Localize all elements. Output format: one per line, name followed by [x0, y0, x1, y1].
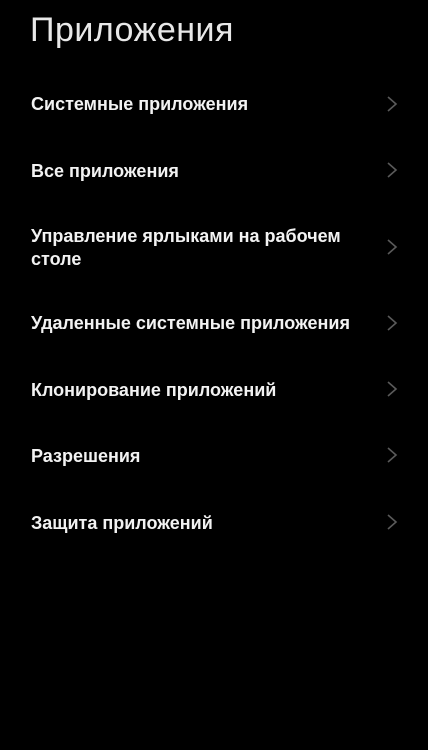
menu-item-app-lock[interactable]: Защита приложений	[0, 507, 428, 541]
menu-item-label: Защита приложений	[31, 513, 213, 533]
menu-item-label: Разрешения	[31, 446, 141, 466]
chevron-right-icon	[386, 162, 398, 178]
menu-item-label: Системные приложения	[31, 94, 249, 114]
menu-item-label: Все приложения	[31, 161, 179, 181]
chevron-right-icon	[386, 315, 398, 331]
chevron-right-icon	[386, 381, 398, 397]
chevron-right-icon	[386, 447, 398, 463]
menu-item-all-apps[interactable]: Все приложения	[0, 155, 428, 189]
applications-screen: Приложения Системные приложения Все прил…	[0, 0, 428, 750]
menu-item-label: Удаленные системные приложения	[31, 313, 350, 333]
applications-menu: Системные приложения Все приложения Упра…	[0, 0, 428, 750]
menu-item-desktop-shortcuts[interactable]: Управление ярлыками на рабочем столе	[0, 220, 428, 274]
menu-item-removed-system-apps[interactable]: Удаленные системные приложения	[0, 308, 428, 342]
menu-item-permissions[interactable]: Разрешения	[0, 440, 428, 474]
chevron-right-icon	[386, 239, 398, 255]
chevron-right-icon	[386, 514, 398, 530]
menu-item-label: Управление ярлыками на рабочем столе	[31, 226, 341, 269]
menu-item-system-apps[interactable]: Системные приложения	[0, 88, 428, 122]
menu-item-dual-apps[interactable]: Клонирование приложений	[0, 374, 428, 408]
chevron-right-icon	[386, 96, 398, 112]
menu-item-label: Клонирование приложений	[31, 380, 277, 400]
